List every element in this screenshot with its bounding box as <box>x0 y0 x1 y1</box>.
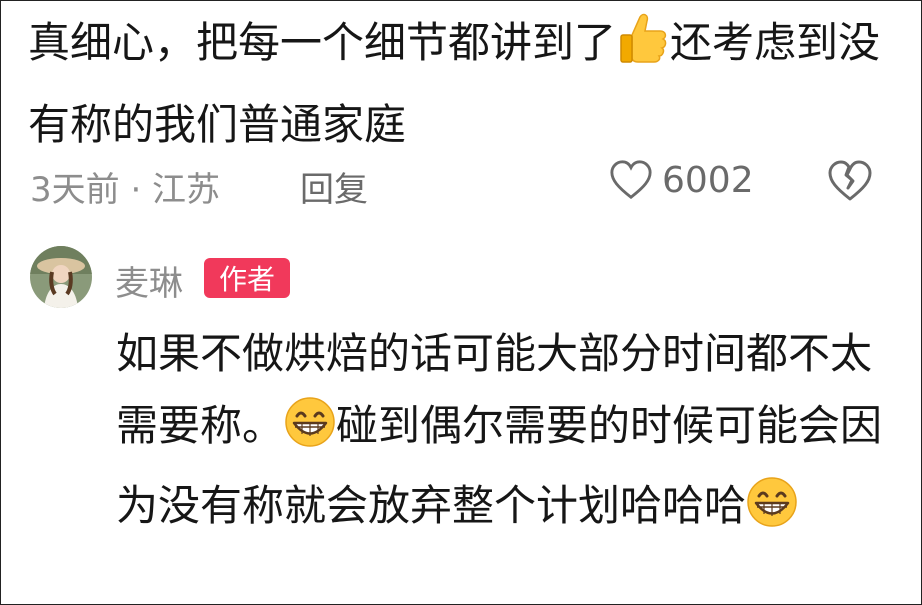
comment-date-location: 3天前 · 江苏 <box>30 170 221 210</box>
grinning-face-emoji-icon-2 <box>746 476 798 550</box>
author-avatar[interactable] <box>30 246 92 308</box>
comment-text: 真细心，把每一个细节都讲到了 还考虑到没有称的我们普通家庭 <box>28 6 888 162</box>
broken-heart-icon <box>828 160 872 201</box>
reply-button[interactable]: 回复 <box>300 162 368 211</box>
author-name[interactable]: 麦琳 <box>115 256 183 305</box>
grinning-face-emoji-icon <box>284 396 336 470</box>
reply-text: 如果不做烘焙的话可能大部分时间都不太需要称。 碰到偶尔需要的时候可能会因为没有称就… <box>116 318 906 550</box>
like-button[interactable]: 6002 <box>608 158 754 202</box>
author-badge: 作者 <box>204 258 290 298</box>
like-count: 6002 <box>662 159 754 201</box>
heart-outline-icon <box>610 160 652 200</box>
comment-text-part1: 真细心，把每一个细节都讲到了 <box>28 18 617 67</box>
comment-meta-row: 3天前 · 江苏 回复 6002 <box>30 158 890 211</box>
dislike-button[interactable] <box>826 158 874 213</box>
thumbs-up-emoji-icon <box>616 11 670 88</box>
